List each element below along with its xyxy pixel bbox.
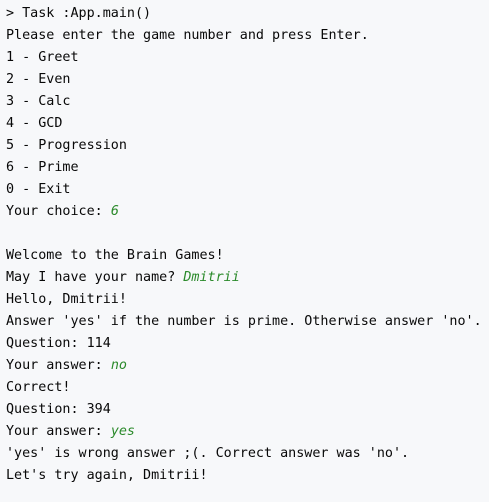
welcome-line: Welcome to the Brain Games! [6, 248, 224, 263]
task-line: > Task :App.main() [6, 6, 152, 21]
menu-item-exit: 0 - Exit [6, 182, 71, 197]
hello-line: Hello, Dmitrii! [6, 292, 127, 307]
retry-line: Let's try again, Dmitrii! [6, 468, 208, 483]
question-1-line: Question: 114 [6, 336, 111, 351]
question-2-line: Question: 394 [6, 402, 111, 417]
game-prompt: Please enter the game number and press E… [6, 28, 369, 43]
menu-item-even: 2 - Even [6, 72, 71, 87]
menu-item-prime: 6 - Prime [6, 160, 79, 175]
answer-1-line: Your answer: no [6, 355, 486, 377]
rules-line: Answer 'yes' if the number is prime. Oth… [6, 314, 482, 329]
choice-line: Your choice: 6 [6, 201, 486, 223]
menu-item-gcd: 4 - GCD [6, 116, 63, 131]
console-output: > Task :App.main() Please enter the game… [6, 3, 486, 487]
choice-input: 6 [110, 204, 119, 219]
menu-item-greet: 1 - Greet [6, 50, 79, 65]
answer-2-label: Your answer: [6, 424, 111, 439]
name-prompt-label: May I have your name? [6, 270, 184, 285]
answer-2-line: Your answer: yes [6, 421, 486, 443]
correct-line: Correct! [6, 380, 71, 395]
choice-label: Your choice: [6, 204, 111, 219]
answer-2-input: yes [110, 424, 135, 439]
wrong-answer-line: 'yes' is wrong answer ;(. Correct answer… [6, 446, 410, 461]
menu-item-calc: 3 - Calc [6, 94, 71, 109]
name-input: Dmitrii [183, 270, 240, 285]
menu-item-progression: 5 - Progression [6, 138, 127, 153]
answer-1-input: no [110, 358, 127, 373]
name-prompt-line: May I have your name? Dmitrii [6, 267, 486, 289]
answer-1-label: Your answer: [6, 358, 111, 373]
